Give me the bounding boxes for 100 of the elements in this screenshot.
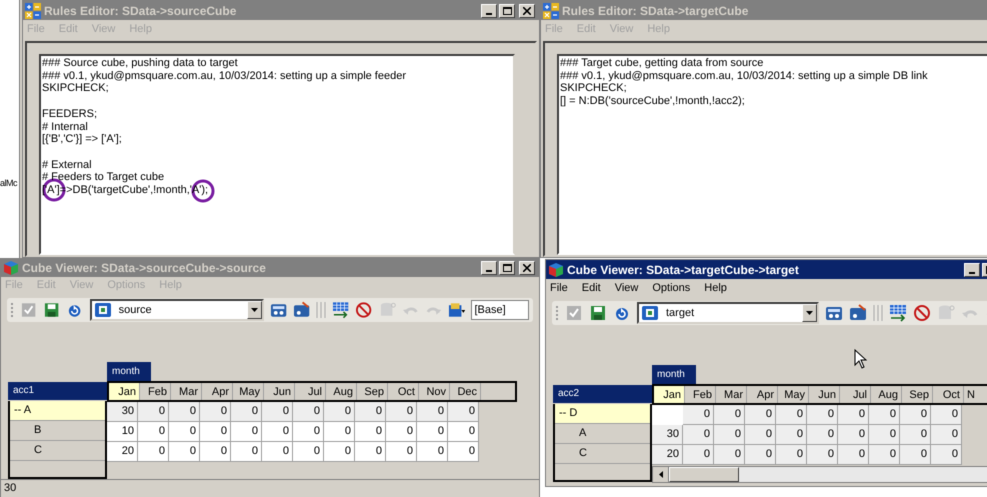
view-dropdown[interactable]: source	[90, 299, 264, 321]
scroll-left-button[interactable]	[653, 467, 669, 482]
menu-item[interactable]: View	[614, 280, 638, 296]
data-cell[interactable]: 0	[262, 422, 293, 442]
data-cell[interactable]: 0	[900, 405, 931, 425]
data-cell[interactable]: 0	[776, 445, 807, 465]
grip-handle[interactable]	[556, 305, 559, 321]
data-cell[interactable]: 0	[931, 445, 962, 465]
data-cell[interactable]: 0	[293, 442, 324, 462]
data-cell[interactable]: 0	[200, 442, 231, 462]
data-cell[interactable]: 10	[107, 422, 138, 442]
close-button[interactable]	[519, 261, 535, 275]
data-cell[interactable]: 0	[386, 422, 417, 442]
data-cell[interactable]: 0	[138, 442, 169, 462]
checkmark-icon[interactable]	[565, 304, 583, 322]
no-entry-icon[interactable]	[913, 304, 931, 322]
data-cell[interactable]: 0	[417, 422, 448, 442]
rules-text-area[interactable]	[39, 54, 515, 255]
data-cell[interactable]: 0	[900, 445, 931, 465]
data-cell[interactable]: 0	[745, 445, 776, 465]
column-dimension-tab[interactable]: month	[652, 365, 696, 384]
data-cell[interactable]: 30	[107, 402, 138, 422]
calculator-icon[interactable]	[825, 304, 843, 322]
menu-item[interactable]: Options	[652, 280, 690, 296]
row-dimension-tab[interactable]: acc1	[8, 382, 107, 400]
auto-calculate-icon[interactable]	[849, 304, 867, 322]
data-cell[interactable]: 0	[324, 402, 355, 422]
minimize-button[interactable]	[481, 4, 497, 18]
data-cell[interactable]: 0	[386, 402, 417, 422]
data-cell[interactable]: 30	[652, 425, 683, 445]
column-dimension-tab[interactable]: month	[107, 362, 151, 381]
data-cell[interactable]: 0	[448, 422, 479, 442]
minimize-button[interactable]	[964, 262, 980, 276]
auto-calculate-icon[interactable]	[293, 301, 310, 319]
menu-item[interactable]: Help	[704, 280, 727, 296]
data-cell[interactable]: 0	[807, 425, 838, 445]
data-cell[interactable]: 0	[745, 405, 776, 425]
column-header[interactable]: Jan	[654, 386, 685, 403]
save-icon[interactable]	[589, 304, 607, 322]
data-cell[interactable]: 0	[200, 422, 231, 442]
data-cell[interactable]: 0	[683, 445, 714, 465]
checkmark-icon[interactable]	[20, 301, 38, 319]
maximize-button[interactable]	[499, 4, 515, 18]
grid-export-icon[interactable]	[332, 301, 350, 319]
data-cell[interactable]: 0	[231, 442, 262, 462]
dropdown-arrow-button[interactable]	[802, 304, 817, 322]
data-cell[interactable]: 0	[776, 405, 807, 425]
data-cell[interactable]: 20	[107, 442, 138, 462]
data-cell[interactable]: 0	[169, 422, 200, 442]
data-cell[interactable]: 0	[931, 425, 962, 445]
data-cell[interactable]: 20	[652, 445, 683, 465]
data-cell[interactable]: 0	[745, 425, 776, 445]
save-icon[interactable]	[43, 301, 60, 319]
data-cell[interactable]: 0	[293, 402, 324, 422]
close-button[interactable]	[519, 4, 535, 18]
data-cell[interactable]: 0	[169, 442, 200, 462]
data-cell[interactable]: 0	[200, 402, 231, 422]
data-cell[interactable]: 0	[417, 442, 448, 462]
menu-item[interactable]: Edit	[582, 280, 601, 296]
minimize-button[interactable]	[481, 261, 497, 275]
data-cell[interactable]: 0	[262, 442, 293, 462]
grip-handle[interactable]	[11, 302, 14, 318]
horizontal-scrollbar[interactable]	[652, 466, 987, 483]
data-cell[interactable]: 0	[683, 425, 714, 445]
no-entry-icon[interactable]	[355, 301, 372, 319]
data-cell[interactable]: 0	[838, 425, 869, 445]
data-cell[interactable]: 0	[355, 442, 386, 462]
data-cell[interactable]: 0	[838, 405, 869, 425]
data-cell[interactable]: 0	[293, 422, 324, 442]
data-cell[interactable]: 0	[807, 445, 838, 465]
menu-item[interactable]: File	[550, 280, 568, 296]
row-header[interactable]: -- D	[555, 404, 650, 424]
data-cell[interactable]: 0	[386, 442, 417, 462]
rules-text-area[interactable]: ### Target cube, getting data from source ### v0.1, ykud@pmsquare.com.au, 10/03/2014: setting up a simple DB link SKIPCHECK; [] = N:DB('sourceCube',!month,!acc2);	[557, 54, 987, 255]
data-cell[interactable]: 0	[169, 402, 200, 422]
data-cell[interactable]: 0	[138, 422, 169, 442]
dropdown-arrow-button[interactable]	[246, 301, 262, 319]
grid-export-icon[interactable]	[889, 304, 907, 322]
subset-field[interactable]: [Base]	[471, 300, 530, 320]
data-cell[interactable]: 0	[231, 422, 262, 442]
data-cell[interactable]: 0	[869, 405, 900, 425]
row-dimension-tab[interactable]: acc2	[553, 385, 652, 403]
data-cell[interactable]: 0	[231, 402, 262, 422]
data-cell[interactable]: 0	[776, 425, 807, 445]
view-dropdown[interactable]: target	[637, 302, 819, 324]
data-cell[interactable]: 0	[714, 445, 745, 465]
data-cell[interactable]: 0	[869, 445, 900, 465]
data-cell[interactable]: 0	[324, 422, 355, 442]
data-cell[interactable]: 0	[448, 442, 479, 462]
data-cell[interactable]: 0	[869, 425, 900, 445]
data-cell[interactable]: 0	[355, 402, 386, 422]
data-cell[interactable]: 0	[714, 425, 745, 445]
data-cell[interactable]: 0	[931, 405, 962, 425]
data-cell[interactable]: 0	[683, 405, 714, 425]
data-cell[interactable]: 0	[138, 402, 169, 422]
data-cell[interactable]: 0	[838, 445, 869, 465]
row-header[interactable]: -- A	[10, 401, 105, 421]
data-cell[interactable]: 0	[262, 402, 293, 422]
folder-icon[interactable]	[448, 301, 466, 319]
maximize-button[interactable]	[499, 261, 515, 275]
